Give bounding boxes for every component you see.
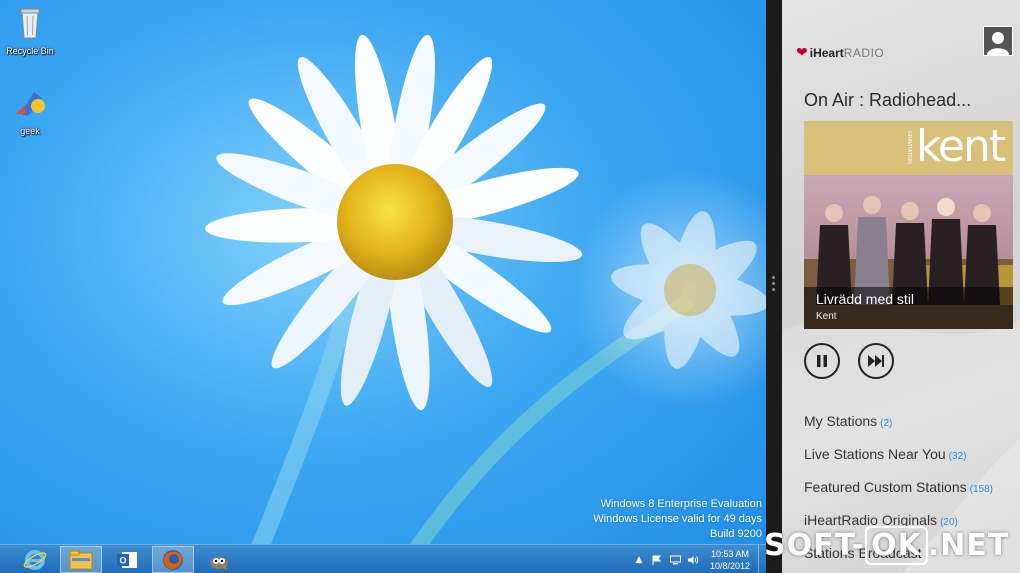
user-silhouette-icon	[987, 32, 1009, 55]
desktop: Recycle Bin geek Windows 8 Enterprise Ev…	[0, 0, 766, 573]
outlook-icon: O	[117, 551, 137, 568]
taskbar-clock[interactable]: 10:53 AM 10/8/2012	[702, 548, 758, 572]
iheart-logo-icon: ❤	[796, 44, 808, 60]
station-count: (2)	[880, 418, 893, 429]
desktop-icon-label: geek	[20, 126, 40, 136]
station-count: (20)	[940, 517, 958, 528]
station-link-label: Featured Custom Stations	[804, 479, 967, 495]
artist-name: Kent	[816, 311, 837, 322]
iheartradio-logo: ❤ iHeart RADIO	[796, 44, 884, 61]
album-logo-text: kent	[916, 121, 1006, 172]
brand-suffix: RADIO	[843, 45, 885, 60]
desktop-icon-geek[interactable]: geek	[0, 84, 60, 136]
on-air-title[interactable]: On Air : Radiohead...	[804, 90, 971, 111]
watermark-part-boxed: OK	[865, 526, 928, 565]
svg-text:O: O	[120, 555, 127, 565]
station-link-label: Live Stations Near You	[804, 446, 946, 462]
station-count: (158)	[969, 484, 993, 495]
watermark-line: Windows License valid for 49 days	[593, 513, 762, 525]
action-center-flag-icon[interactable]	[651, 554, 663, 566]
now-playing-caption: Livrädd med stil Kent	[804, 287, 1013, 329]
taskbar-outlook[interactable]: O	[106, 546, 148, 573]
taskbar-internet-explorer[interactable]	[14, 546, 56, 573]
desktop-icon-label: Recycle Bin	[6, 46, 54, 56]
file-explorer-icon	[69, 550, 93, 569]
taskbar-gimp[interactable]	[198, 546, 240, 573]
clock-date: 10/8/2012	[709, 560, 751, 571]
link-live-stations-near-you[interactable]: Live Stations Near You (32)	[804, 446, 966, 462]
taskbar: O ▲ 10:53 AM 10/8/2012	[0, 544, 766, 573]
skip-next-icon	[868, 355, 884, 367]
album-art[interactable]: GRAVITATION kent Livrädd med stil Kent	[804, 121, 1013, 329]
watermark-line: Build 9200	[710, 528, 762, 540]
recycle-bin-icon	[20, 8, 40, 39]
splitter-grip-icon[interactable]	[772, 276, 776, 294]
system-tray: ▲ 10:53 AM 10/8/2012	[630, 545, 766, 573]
taskbar-file-explorer[interactable]	[60, 546, 102, 573]
firefox-icon	[163, 549, 183, 570]
watermark-part: SOFT-	[764, 528, 866, 563]
shortcut-icon	[16, 92, 45, 116]
song-title: Livrädd med stil	[816, 291, 915, 307]
gimp-icon	[210, 556, 228, 570]
pause-icon	[817, 355, 827, 367]
watermark-line: Windows 8 Enterprise Evaluation	[600, 498, 762, 510]
station-link-label: My Stations	[804, 413, 878, 429]
taskbar-firefox[interactable]	[152, 546, 194, 573]
show-hidden-icons-icon[interactable]: ▲	[633, 554, 645, 566]
snap-splitter[interactable]	[766, 0, 782, 573]
watermark-part: .NET	[927, 528, 1010, 563]
brand-name: iHeart	[809, 45, 844, 60]
link-featured-custom-stations[interactable]: Featured Custom Stations (158)	[804, 479, 993, 495]
album-logo-sub: GRAVITATION	[906, 131, 912, 164]
iheartradio-app: ❤ iHeart RADIO On Air : Radiohead... GRA…	[782, 0, 1020, 573]
link-my-stations[interactable]: My Stations (2)	[804, 413, 892, 429]
user-avatar[interactable]	[983, 26, 1013, 56]
volume-icon[interactable]	[687, 554, 699, 566]
clock-time: 10:53 AM	[710, 548, 750, 559]
skip-button[interactable]	[858, 343, 894, 379]
desktop-icon-recycle-bin[interactable]: Recycle Bin	[0, 4, 60, 56]
station-count: (32)	[948, 451, 967, 462]
site-watermark: SOFT- OK .NET	[764, 526, 1010, 565]
pause-button[interactable]	[804, 343, 840, 379]
windows-evaluation-watermark: Windows 8 Enterprise Evaluation Windows …	[593, 497, 762, 542]
daisy-wallpaper	[205, 34, 766, 573]
network-icon[interactable]	[669, 554, 681, 566]
internet-explorer-icon	[23, 549, 47, 570]
